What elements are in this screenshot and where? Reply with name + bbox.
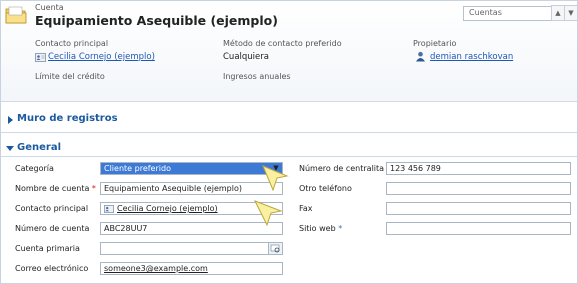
account-name-label: Nombre de cuenta * bbox=[15, 184, 96, 193]
required-indicator: * bbox=[91, 184, 96, 193]
header-contact-method-value: Cualquiera bbox=[223, 52, 269, 62]
other-phone-input[interactable] bbox=[386, 182, 571, 195]
header-owner-link[interactable]: demian raschkovan bbox=[430, 52, 513, 62]
category-select-value: Cliente preferido bbox=[104, 164, 171, 173]
website-input[interactable] bbox=[386, 222, 571, 235]
account-name-value: Equipamiento Asequible (ejemplo) bbox=[104, 184, 242, 193]
contact-card-icon bbox=[35, 53, 46, 62]
header-contact-method-label: Método de contacto preferido bbox=[223, 39, 342, 48]
next-record-button[interactable]: ▼ bbox=[564, 5, 578, 21]
callout-pointer-icon bbox=[253, 200, 283, 227]
main-phone-input[interactable]: 123 456 789 bbox=[386, 162, 571, 175]
collapse-arrow-icon[interactable] bbox=[6, 145, 14, 152]
header-credit-limit-label: Límite del crédito bbox=[35, 72, 105, 81]
user-icon bbox=[416, 51, 425, 62]
section-divider bbox=[1, 156, 577, 157]
main-phone-label: Número de centralita bbox=[299, 164, 385, 173]
email-link[interactable]: someone3@example.com bbox=[104, 264, 208, 273]
recommended-indicator: * bbox=[338, 224, 343, 233]
header-owner-label: Propietario bbox=[413, 39, 457, 48]
account-name-label-text: Nombre de cuenta bbox=[15, 184, 90, 193]
lookup-button[interactable] bbox=[268, 243, 282, 254]
primary-contact-link[interactable]: Cecilia Cornejo (ejemplo) bbox=[117, 204, 218, 213]
lookup-search-icon bbox=[270, 244, 280, 253]
section-heading-general[interactable]: General bbox=[17, 142, 61, 153]
previous-record-button[interactable]: ▲ bbox=[551, 5, 565, 21]
view-selector-value: Cuentas bbox=[469, 8, 502, 17]
section-divider bbox=[1, 132, 577, 133]
folder-icon bbox=[5, 6, 27, 24]
arrow-down-icon: ▼ bbox=[568, 9, 574, 17]
email-input[interactable]: someone3@example.com bbox=[100, 262, 283, 275]
website-label-text: Sitio web bbox=[299, 224, 336, 233]
primary-contact-label: Contacto principal bbox=[15, 204, 89, 213]
arrow-up-icon: ▲ bbox=[555, 9, 561, 17]
record-title: Equipamiento Asequible (ejemplo) bbox=[35, 13, 278, 28]
header-annual-revenue-label: Ingresos anuales bbox=[223, 72, 291, 81]
other-phone-label: Otro teléfono bbox=[299, 184, 352, 193]
entity-type-label: Cuenta bbox=[35, 3, 64, 12]
callout-pointer-icon bbox=[262, 165, 289, 192]
parent-account-label: Cuenta primaria bbox=[15, 244, 80, 253]
email-label: Correo electrónico bbox=[15, 264, 89, 273]
website-label: Sitio web * bbox=[299, 224, 342, 233]
category-label: Categoría bbox=[15, 164, 54, 173]
expand-arrow-icon[interactable] bbox=[7, 116, 14, 124]
header-divider bbox=[1, 101, 577, 102]
account-number-label: Número de cuenta bbox=[15, 224, 90, 233]
section-heading-wall[interactable]: Muro de registros bbox=[17, 113, 118, 124]
header-primary-contact-label: Contacto principal bbox=[35, 39, 109, 48]
contact-card-icon bbox=[104, 205, 114, 213]
fax-label: Fax bbox=[299, 204, 313, 213]
account-form-window: Cuenta Equipamiento Asequible (ejemplo) … bbox=[0, 0, 578, 284]
parent-account-lookup[interactable] bbox=[100, 242, 283, 255]
account-number-value: ABC28UU7 bbox=[104, 224, 148, 233]
fax-input[interactable] bbox=[386, 202, 571, 215]
main-phone-value: 123 456 789 bbox=[390, 164, 441, 173]
header-primary-contact-link[interactable]: Cecilia Cornejo (ejemplo) bbox=[48, 52, 155, 62]
